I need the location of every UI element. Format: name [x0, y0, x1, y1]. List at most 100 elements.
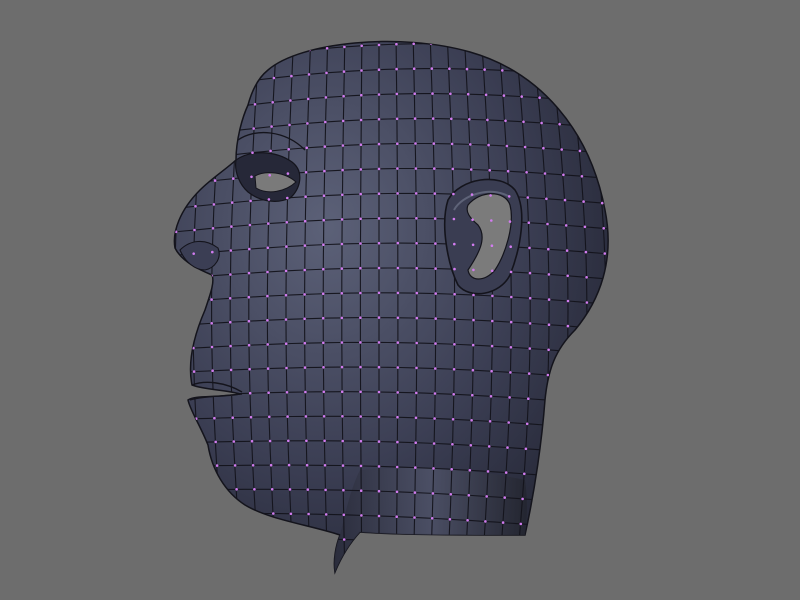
mesh-vertex — [239, 56, 242, 60]
mesh-vertex — [415, 341, 419, 345]
mesh-vertex — [155, 302, 158, 305]
mesh-vertex — [359, 316, 362, 320]
mesh-vertex — [452, 393, 456, 396]
mesh-vertex — [266, 246, 270, 250]
mesh-vertex — [519, 522, 523, 526]
mesh-vertex — [322, 194, 326, 197]
mesh-vertex — [340, 390, 344, 394]
mesh-vertex — [449, 493, 453, 496]
mesh-vertex — [430, 542, 433, 545]
mesh-vertex — [621, 229, 624, 232]
mesh-vertex — [175, 206, 179, 210]
mesh-vertex — [577, 476, 581, 480]
mesh-vertex — [191, 299, 195, 303]
mesh-vertex — [465, 544, 468, 547]
mesh-vertex — [250, 175, 253, 179]
mesh-vertex — [234, 129, 238, 132]
mesh-vertex — [547, 273, 551, 276]
mesh-vertex — [273, 536, 276, 540]
mesh-vertex — [578, 149, 582, 153]
mesh-vertex — [395, 18, 398, 21]
mesh-vertex — [448, 67, 451, 70]
mesh-vertex — [175, 394, 178, 398]
3d-viewport[interactable] — [0, 0, 800, 600]
mesh-vertex — [547, 247, 550, 251]
mesh-vertex — [160, 442, 163, 445]
mesh-vertex — [509, 245, 512, 248]
mesh-vertex — [174, 324, 176, 328]
mesh-vertex — [486, 470, 490, 473]
mesh-vertex — [197, 464, 201, 468]
mesh-vertex — [536, 71, 539, 74]
mesh-vertex — [585, 276, 588, 279]
mesh-vertex — [504, 119, 507, 123]
mesh-vertex — [583, 401, 586, 405]
mesh-vertex — [303, 293, 306, 296]
mesh-vertex — [248, 367, 251, 371]
mesh-vertex — [210, 345, 214, 349]
mesh-vertex — [284, 342, 288, 346]
mesh-vertex — [505, 144, 509, 148]
mesh-vertex — [289, 512, 293, 516]
mesh-vertex — [431, 92, 434, 95]
mesh-vertex — [490, 344, 494, 348]
mesh-vertex — [559, 475, 562, 478]
mesh-vertex — [342, 94, 345, 98]
mesh-vertex — [452, 217, 456, 221]
mesh-vertex — [322, 341, 325, 345]
mesh-vertex — [453, 292, 456, 296]
mesh-vertex — [604, 302, 608, 306]
mesh-vertex — [377, 341, 381, 344]
mesh-vertex — [250, 439, 254, 443]
mesh-vertex — [465, 67, 469, 71]
mesh-vertex — [447, 543, 451, 546]
mesh-vertex — [509, 346, 513, 349]
mesh-vertex — [360, 93, 363, 97]
mesh-vertex — [433, 192, 437, 195]
mesh-vertex — [340, 267, 344, 270]
mesh-vertex — [395, 92, 399, 96]
mesh-vertex — [229, 368, 233, 372]
mesh-vertex — [447, 42, 450, 45]
mesh-vertex — [268, 439, 272, 443]
mesh-vertex — [466, 92, 470, 96]
mesh-vertex — [211, 369, 214, 373]
head-mesh-render[interactable] — [0, 0, 800, 600]
mesh-vertex — [303, 317, 306, 321]
mesh-vertex — [620, 405, 623, 408]
mesh-vertex — [195, 181, 199, 184]
mesh-vertex — [377, 118, 381, 121]
mesh-vertex — [507, 195, 511, 198]
mesh-vertex — [284, 269, 288, 273]
mesh-vertex — [396, 316, 400, 320]
mesh-vertex — [566, 324, 570, 328]
mesh-vertex — [210, 322, 213, 325]
mesh-vertex — [158, 209, 161, 212]
mesh-vertex — [545, 398, 549, 402]
mesh-vertex — [503, 496, 507, 499]
mesh-vertex — [232, 177, 235, 180]
mesh-vertex — [321, 292, 325, 296]
mesh-vertex — [604, 277, 607, 281]
mesh-vertex — [579, 451, 583, 455]
mesh-vertex — [285, 221, 289, 224]
mesh-vertex — [508, 220, 512, 223]
mesh-vertex — [307, 512, 310, 516]
mesh-vertex — [191, 323, 195, 326]
mesh-vertex — [267, 222, 270, 225]
mesh-vertex — [285, 366, 288, 370]
mesh-vertex — [453, 317, 456, 321]
mesh-vertex — [255, 536, 259, 539]
mesh-vertex — [359, 168, 363, 171]
mesh-vertex — [323, 145, 327, 148]
mesh-vertex — [555, 525, 558, 528]
mesh-vertex — [515, 20, 518, 23]
mesh-vertex — [450, 142, 454, 146]
mesh-vertex — [500, 546, 503, 549]
mesh-vertex — [359, 291, 362, 295]
mesh-vertex — [471, 218, 474, 221]
mesh-vertex — [377, 291, 381, 295]
mesh-vertex — [528, 296, 532, 300]
mesh-vertex — [303, 341, 307, 345]
mesh-vertex — [508, 396, 511, 399]
